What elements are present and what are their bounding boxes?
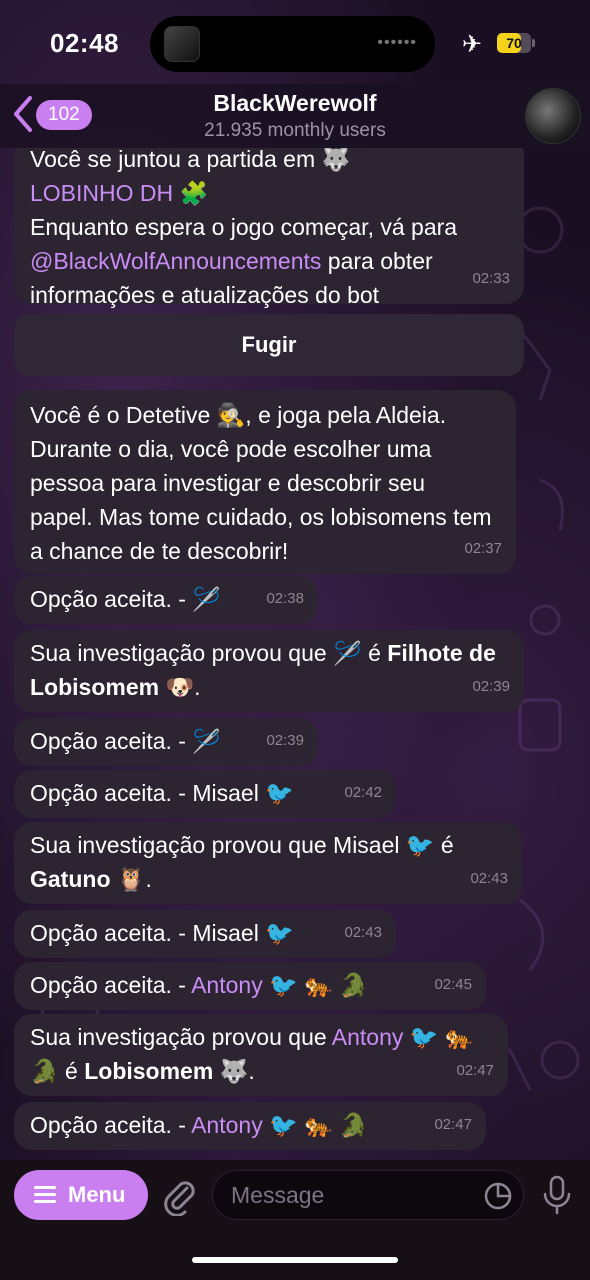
player-name-link[interactable]: Antony [191,1112,263,1138]
message-bubble: Opção aceita. - Antony 🐦 🐅 🐊 02:47 [14,1102,486,1150]
message-time: 02:37 [464,540,502,557]
microphone-icon[interactable] [540,1174,574,1216]
message-time: 02:45 [434,976,472,993]
message-bubble: Sua investigação provou que 🪡 é Filhote … [14,630,524,712]
message-text: Opção aceita. - [30,1112,192,1138]
message-bubble: Opção aceita. - 🪡 02:38 [14,576,318,624]
player-name-link[interactable]: Antony [332,1024,404,1050]
message-bubble: Você se juntou a partida em 🐺 LOBINHO DH… [14,148,524,308]
message-time: 02:39 [266,732,304,749]
message-text: 🐦 🐅 🐊 [262,972,368,998]
now-playing-thumbnail [164,26,200,62]
announcements-link[interactable]: @BlackWolfAnnouncements [30,248,321,274]
message-time: 02:47 [456,1062,494,1079]
game-name-link[interactable]: LOBINHO DH 🧩 [30,176,508,210]
message-bubble: Opção aceita. - Antony 🐦 🐅 🐊 02:45 [14,962,486,1010]
airplane-mode-icon: ✈ [462,31,483,58]
role-name: Gatuno [30,866,111,892]
battery-percent: 70 [506,35,522,51]
message-text: Você é o Detetive 🕵️, e joga pela Aldeia… [30,402,492,564]
back-unread-count[interactable]: 102 [36,100,92,130]
paperclip-icon[interactable] [160,1176,200,1216]
message-bubble: Opção aceita. - 🪡 02:39 [14,718,318,766]
dynamic-island: •••••• [150,16,435,72]
message-text: Opção aceita. - Misael 🐦 [30,780,294,806]
chat-header: BlackWerewolf 21.935 monthly users 102 [0,84,590,148]
menu-button-label: Menu [68,1182,126,1207]
message-text: Opção aceita. - [30,972,192,998]
message-time: 02:47 [434,1116,472,1133]
message-time: 02:38 [266,590,304,607]
message-bubble: Sua investigação provou que Misael 🐦 é G… [14,822,522,904]
role-name: Lobisomem [84,1058,214,1084]
status-time: 02:48 [50,28,119,58]
message-text: Opção aceita. - Misael 🐦 [30,920,294,946]
menu-icon [34,1186,56,1204]
bot-avatar[interactable] [525,88,581,144]
status-bar: 02:48 •••••• ✈ 70 [0,0,590,90]
flee-button[interactable]: Fugir [14,314,524,376]
message-bubble: Opção aceita. - Misael 🐦 02:42 [14,770,396,818]
message-text: 🐶. [159,674,201,700]
message-list[interactable]: Você se juntou a partida em 🐺 LOBINHO DH… [0,148,590,1160]
message-text: informações e atualizações do bot [30,282,380,308]
message-text: Você se juntou a partida em 🐺 [30,148,351,172]
message-bubble: Sua investigação provou que Antony 🐦 🐅 🐊… [14,1014,508,1096]
message-input[interactable]: Message [212,1170,524,1220]
player-name-link[interactable]: Antony [191,972,263,998]
sticker-icon[interactable] [483,1181,513,1211]
message-time: 02:42 [344,784,382,801]
back-chevron-icon[interactable] [10,94,36,134]
message-text: 🐦 🐅 🐊 [262,1112,368,1138]
message-placeholder: Message [231,1182,325,1208]
message-time: 02:43 [344,924,382,941]
message-text: Enquanto espera o jogo começar, vá para [30,214,458,240]
message-time: 02:43 [470,870,508,887]
home-indicator[interactable] [192,1257,398,1263]
message-text: Opção aceita. - 🪡 [30,586,221,612]
battery-indicator: 70 [497,33,535,53]
message-time: 02:39 [472,678,510,695]
message-text: 🦉. [110,866,152,892]
message-text: Sua investigação provou que Misael 🐦 é [30,832,454,858]
message-bubble: Opção aceita. - Misael 🐦 02:43 [14,910,396,958]
message-text: 🐺. [213,1058,255,1084]
message-text: Sua investigação provou que [30,1024,332,1050]
message-text: para obter [321,248,433,274]
bot-menu-button[interactable]: Menu [14,1170,148,1220]
message-text: Sua investigação provou que 🪡 é [30,640,388,666]
message-bubble: Você é o Detetive 🕵️, e joga pela Aldeia… [14,390,516,574]
island-indicator: •••••• [377,34,417,51]
message-time: 02:33 [472,270,510,287]
message-text: Opção aceita. - 🪡 [30,728,221,754]
